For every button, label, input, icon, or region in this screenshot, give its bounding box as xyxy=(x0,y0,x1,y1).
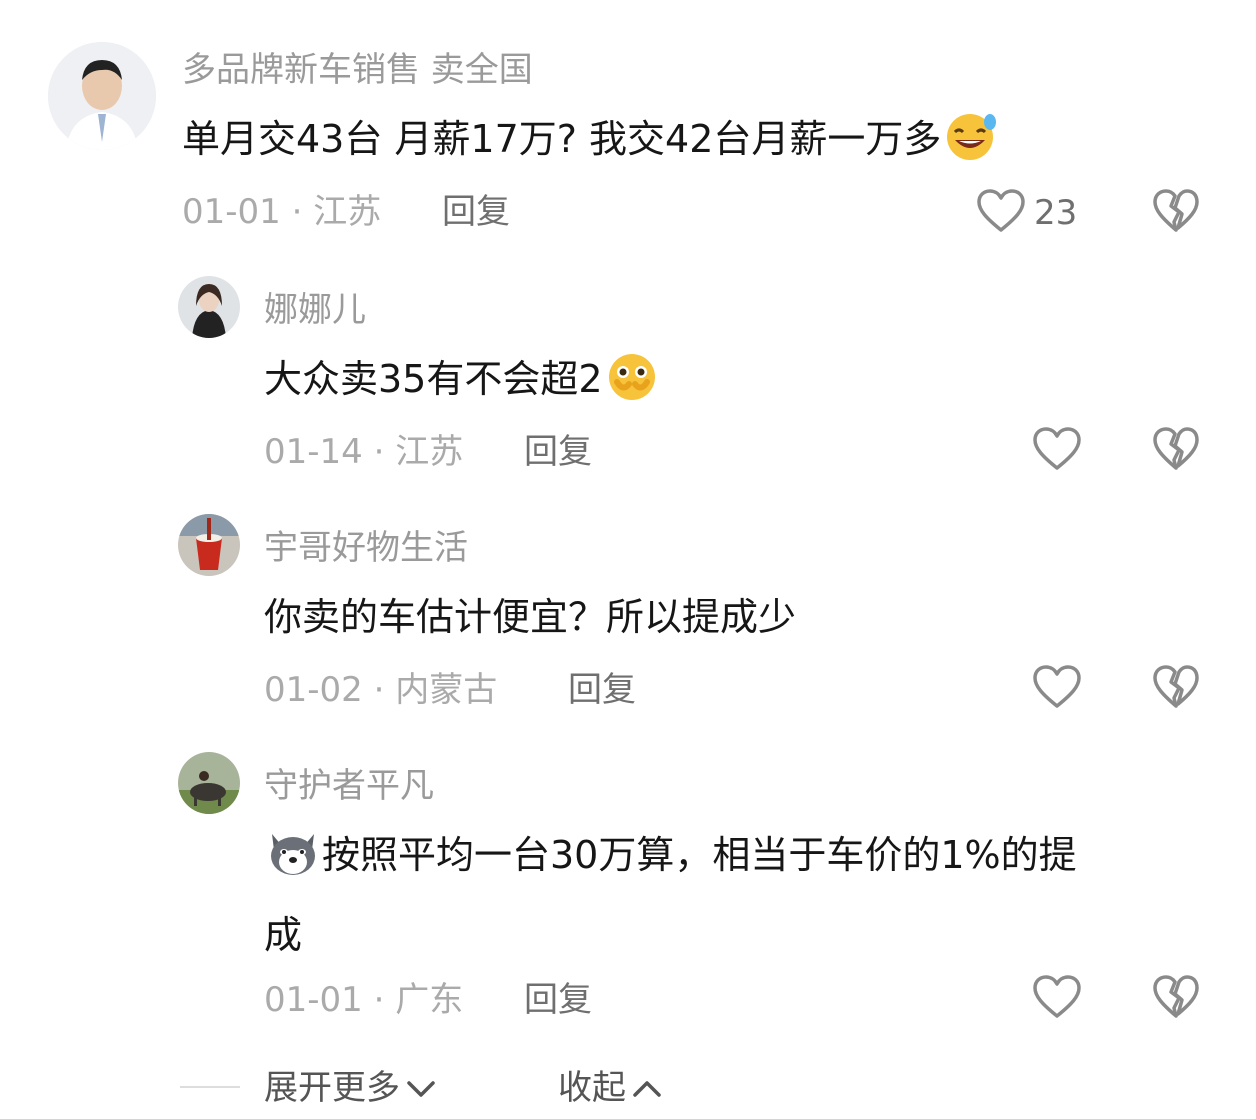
grin-sweat-emoji xyxy=(941,110,999,184)
broken-heart-icon xyxy=(1152,665,1200,714)
broken-heart-icon xyxy=(1152,975,1200,1024)
comment-username[interactable]: 多品牌新车销售 卖全国 xyxy=(182,50,533,90)
avatar[interactable] xyxy=(48,42,156,150)
expand-more-button[interactable]: 展开更多 xyxy=(264,1068,436,1108)
comment-text: 按照平均一台30万算，相当于车价的1%的提 成 xyxy=(264,820,1224,970)
comment-date-location: 01-01 · 江苏 xyxy=(182,192,382,232)
heart-outline-icon xyxy=(976,188,1026,238)
avatar[interactable] xyxy=(178,752,240,814)
broken-heart-icon xyxy=(1152,189,1200,238)
comment-date-location: 01-02 · 内蒙古 xyxy=(264,670,498,710)
dislike-button[interactable] xyxy=(1152,426,1200,476)
dislike-button[interactable] xyxy=(1152,188,1200,238)
comment-text: 大众卖35有不会超2 xyxy=(264,344,1164,424)
teary-face-emoji xyxy=(603,350,661,424)
comment-text: 单月交43台 月薪17万? 我交42台月薪一万多 xyxy=(182,104,1182,184)
expand-more-label: 展开更多 xyxy=(264,1068,400,1108)
avatar[interactable] xyxy=(178,514,240,576)
heart-outline-icon xyxy=(1032,426,1082,476)
divider xyxy=(180,1086,240,1088)
comment-username[interactable]: 娜娜儿 xyxy=(264,290,366,330)
heart-outline-icon xyxy=(1032,974,1082,1024)
comment-date-location: 01-14 · 江苏 xyxy=(264,432,464,472)
chevron-down-icon xyxy=(406,1068,436,1108)
comment-text-line: 成 xyxy=(264,913,303,957)
reply-button[interactable]: 回复 xyxy=(442,192,510,232)
like-button[interactable] xyxy=(1032,426,1090,476)
broken-heart-icon xyxy=(1152,427,1200,476)
comment-text-body: 大众卖35有不会超2 xyxy=(264,357,603,401)
like-count: 23 xyxy=(1034,193,1078,233)
collapse-label: 收起 xyxy=(558,1068,626,1108)
reply-button[interactable]: 回复 xyxy=(568,670,636,710)
comment-username[interactable]: 宇哥好物生活 xyxy=(264,528,468,568)
comment-text-body: 单月交43台 月薪17万? 我交42台月薪一万多 xyxy=(182,117,942,161)
husky-dog-emoji xyxy=(264,826,322,900)
reply-button[interactable]: 回复 xyxy=(524,432,592,472)
like-button[interactable] xyxy=(1032,664,1090,714)
chevron-up-icon xyxy=(632,1068,662,1108)
comment-text-line: 按照平均一台30万算，相当于车价的1%的提 xyxy=(264,820,1224,900)
comment-username[interactable]: 守护者平凡 xyxy=(264,766,434,806)
collapse-button[interactable]: 收起 xyxy=(558,1068,662,1108)
like-button[interactable]: 23 xyxy=(976,188,1077,238)
dislike-button[interactable] xyxy=(1152,664,1200,714)
avatar[interactable] xyxy=(178,276,240,338)
comment-text-body: 按照平均一台30万算，相当于车价的1%的提 xyxy=(322,833,1077,877)
dislike-button[interactable] xyxy=(1152,974,1200,1024)
comment-date-location: 01-01 · 广东 xyxy=(264,980,464,1020)
like-button[interactable] xyxy=(1032,974,1090,1024)
comment-text: 你卖的车估计便宜？所以提成少 xyxy=(264,595,797,639)
heart-outline-icon xyxy=(1032,664,1082,714)
reply-button[interactable]: 回复 xyxy=(524,980,592,1020)
